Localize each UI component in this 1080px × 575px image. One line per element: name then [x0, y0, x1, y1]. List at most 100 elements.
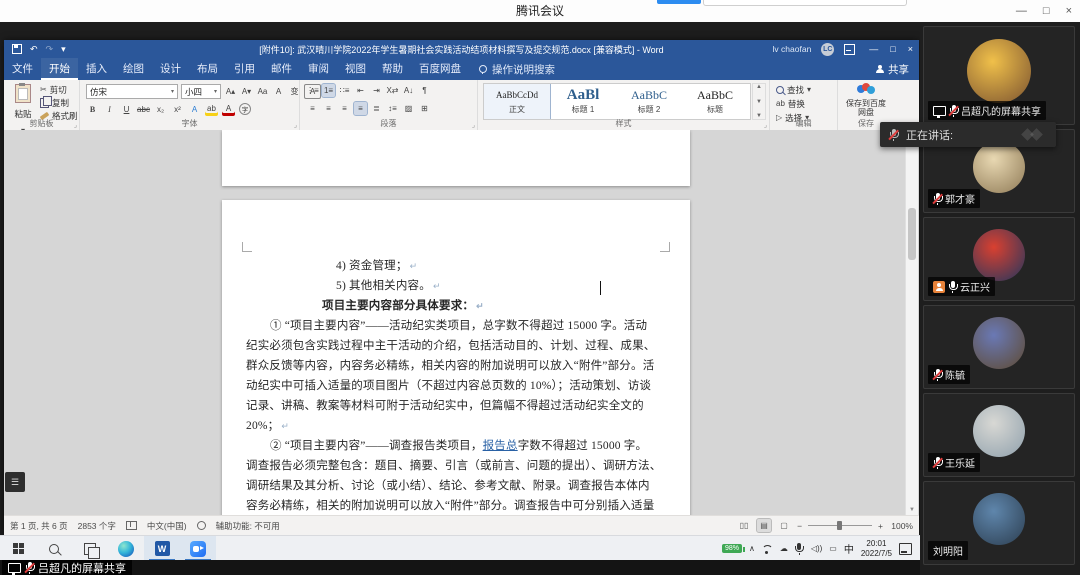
styles-launcher-icon[interactable]: ⌟: [764, 121, 767, 129]
participant-tile[interactable]: 王乐延: [923, 393, 1075, 477]
start-button[interactable]: [0, 536, 36, 561]
menu-tab-百度网盘[interactable]: 百度网盘: [411, 58, 469, 80]
read-mode-button[interactable]: ▯▯: [737, 519, 751, 532]
enclose-characters-button[interactable]: 字: [239, 103, 251, 115]
action-center-icon[interactable]: [899, 543, 912, 555]
edge-taskbar-button[interactable]: [108, 536, 144, 561]
zoom-level[interactable]: 100%: [889, 521, 913, 531]
tray-mic-icon[interactable]: [795, 543, 804, 555]
paragraph-launcher-icon[interactable]: ⌟: [472, 121, 475, 129]
save-to-baidu-button[interactable]: 保存到百度网盘: [843, 83, 889, 118]
increase-indent-button[interactable]: ⇥: [370, 84, 383, 97]
scroll-down-icon[interactable]: ▼: [906, 505, 918, 515]
styles-scroll-down-icon[interactable]: ▼: [756, 99, 762, 105]
redo-button[interactable]: ↷: [46, 44, 54, 55]
ribbon-display-options-icon[interactable]: [844, 44, 855, 55]
underline-button[interactable]: U: [120, 103, 133, 116]
zoom-slider-thumb[interactable]: [837, 521, 842, 530]
style-chip[interactable]: AaBbC副标题: [748, 84, 751, 119]
tell-me-search[interactable]: 操作说明搜索: [479, 62, 555, 77]
word-close-button[interactable]: ×: [908, 44, 913, 54]
wifi-icon[interactable]: [762, 545, 773, 553]
save-icon[interactable]: [12, 44, 22, 54]
scrollbar-thumb[interactable]: [908, 208, 916, 260]
menu-tab-文件[interactable]: 文件: [4, 58, 41, 80]
web-layout-button[interactable]: ▢: [777, 519, 791, 532]
task-view-button[interactable]: [72, 536, 108, 561]
clipboard-launcher-icon[interactable]: ⌟: [74, 121, 77, 129]
menu-tab-绘图[interactable]: 绘图: [115, 58, 152, 80]
grow-font-button[interactable]: A▴: [224, 85, 237, 98]
replace-button[interactable]: ab替换: [776, 98, 811, 110]
ime-indicator[interactable]: 中: [844, 541, 854, 556]
align-left-button[interactable]: ≡: [306, 102, 319, 115]
participant-tile[interactable]: 吕超凡的屏幕共享: [923, 26, 1075, 125]
qat-customize-button[interactable]: ▾: [61, 44, 66, 55]
maximize-button[interactable]: □: [1043, 0, 1050, 22]
zoom-in-button[interactable]: +: [878, 521, 883, 531]
doc-scrollbar[interactable]: ▲ ▼: [905, 130, 918, 515]
proofing-icon[interactable]: [126, 521, 137, 530]
tray-expand-icon[interactable]: ∧: [749, 544, 755, 553]
participant-tile[interactable]: 云正兴: [923, 217, 1075, 301]
page-2[interactable]: 4) 资金管理；↵5) 其他相关内容。↵项目主要内容部分具体要求：↵① “项目主…: [222, 200, 690, 515]
superscript-button[interactable]: x²: [171, 103, 184, 116]
clock[interactable]: 20:01 2022/7/5: [861, 539, 892, 559]
style-chip[interactable]: AaBbC标题: [682, 84, 748, 119]
menu-tab-引用[interactable]: 引用: [226, 58, 263, 80]
asian-layout-button[interactable]: X⇄: [386, 84, 399, 97]
touch-keyboard-icon[interactable]: ▭: [829, 544, 837, 553]
text-effects-button[interactable]: A: [188, 103, 201, 116]
word-maximize-button[interactable]: □: [890, 44, 895, 54]
menu-tab-审阅[interactable]: 审阅: [300, 58, 337, 80]
menu-tab-设计[interactable]: 设计: [152, 58, 189, 80]
change-case-button[interactable]: Aa: [256, 85, 269, 98]
line-spacing-button[interactable]: ↕≡: [386, 102, 399, 115]
highlight-color-button[interactable]: ab: [205, 102, 218, 116]
minimize-button[interactable]: —: [1016, 0, 1027, 22]
volume-icon[interactable]: ◁)): [811, 544, 822, 553]
font-name-select[interactable]: 仿宋▾: [86, 84, 178, 99]
share-button[interactable]: 共享: [876, 62, 909, 77]
justify-button[interactable]: ≡: [354, 102, 367, 115]
account-avatar[interactable]: LC: [821, 43, 834, 56]
menu-tab-帮助[interactable]: 帮助: [374, 58, 411, 80]
menu-tab-开始[interactable]: 开始: [41, 58, 78, 80]
word-minimize-button[interactable]: —: [869, 44, 878, 54]
show-marks-button[interactable]: ¶: [418, 84, 431, 97]
zoom-out-button[interactable]: −: [797, 521, 802, 531]
close-button[interactable]: ×: [1066, 0, 1072, 22]
menu-tab-插入[interactable]: 插入: [78, 58, 115, 80]
menu-tab-视图[interactable]: 视图: [337, 58, 374, 80]
copy-button[interactable]: 复制: [40, 97, 78, 109]
page-indicator[interactable]: 第 1 页, 共 6 页: [10, 520, 68, 532]
word-count[interactable]: 2853 个字: [78, 520, 116, 532]
borders-button[interactable]: ⊞: [418, 102, 431, 115]
word-taskbar-button[interactable]: W: [144, 536, 180, 561]
cut-button[interactable]: ✂剪切: [40, 84, 78, 96]
bullets-button[interactable]: ⋮≡: [306, 84, 319, 97]
align-right-button[interactable]: ≡: [338, 102, 351, 115]
print-layout-button[interactable]: ▤: [757, 519, 771, 532]
participant-tile[interactable]: 刘明阳: [923, 481, 1075, 565]
find-button[interactable]: 查找▾: [776, 84, 811, 96]
language-indicator[interactable]: 中文(中国): [147, 520, 187, 532]
bold-button[interactable]: B: [86, 103, 99, 116]
document-area[interactable]: 4) 资金管理；↵5) 其他相关内容。↵项目主要内容部分具体要求：↵① “项目主…: [4, 130, 919, 515]
floating-panel-icon[interactable]: ☰: [5, 472, 25, 492]
undo-button[interactable]: ↶: [30, 44, 38, 55]
zoom-slider[interactable]: [808, 525, 872, 526]
clear-formatting-button[interactable]: A: [272, 85, 285, 98]
battery-indicator[interactable]: 98%: [722, 544, 742, 553]
styles-scroll-up-icon[interactable]: ▲: [756, 84, 762, 90]
accessibility-status[interactable]: 辅助功能: 不可用: [216, 520, 280, 532]
meeting-taskbar-button[interactable]: [180, 536, 216, 561]
distribute-button[interactable]: ≣: [370, 102, 383, 115]
shading-button[interactable]: ▨: [402, 102, 415, 115]
sort-button[interactable]: A↓: [402, 84, 415, 97]
menu-tab-布局[interactable]: 布局: [189, 58, 226, 80]
align-center-button[interactable]: ≡: [322, 102, 335, 115]
cloud-icon[interactable]: ☁: [780, 544, 788, 553]
strikethrough-button[interactable]: abc: [137, 103, 150, 116]
numbering-button[interactable]: 1≡: [322, 84, 335, 97]
